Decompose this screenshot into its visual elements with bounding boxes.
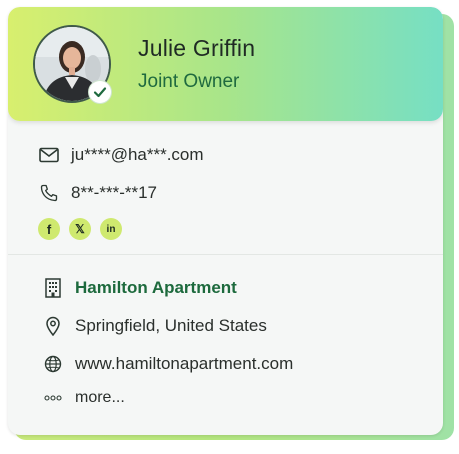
facebook-icon[interactable]: f [38,218,60,240]
ellipsis-icon [42,387,64,409]
social-links: f 𝕏 in [38,218,122,240]
x-icon[interactable]: 𝕏 [69,218,91,240]
profile-role: Joint Owner [138,71,240,92]
globe-icon [42,353,64,375]
more-row[interactable]: more... [42,387,125,409]
map-pin-icon [42,315,64,337]
company-row[interactable]: Hamilton Apartment [42,277,237,299]
verified-check-icon [89,81,111,103]
location-row: Springfield, United States [42,315,267,337]
website-link: www.hamiltonapartment.com [75,354,294,373]
location-text: Springfield, United States [75,316,267,335]
mail-icon [38,144,60,166]
card-header: Julie Griffin Joint Owner [8,7,443,121]
avatar-container [33,25,111,103]
building-icon [42,277,64,299]
email-row[interactable]: ju****@ha***.com [38,144,204,166]
linkedin-icon[interactable]: in [100,218,122,240]
more-link: more... [75,389,125,406]
email-text: ju****@ha***.com [71,145,204,164]
website-row[interactable]: www.hamiltonapartment.com [42,353,293,375]
contact-card: Julie Griffin Joint Owner ju****@ha***.c… [8,7,443,435]
section-divider [8,254,443,255]
phone-text: 8**-***-**17 [71,183,157,202]
phone-icon [38,182,60,204]
company-name: Hamilton Apartment [75,278,237,297]
phone-row[interactable]: 8**-***-**17 [38,182,157,204]
profile-name: Julie Griffin [138,35,256,61]
